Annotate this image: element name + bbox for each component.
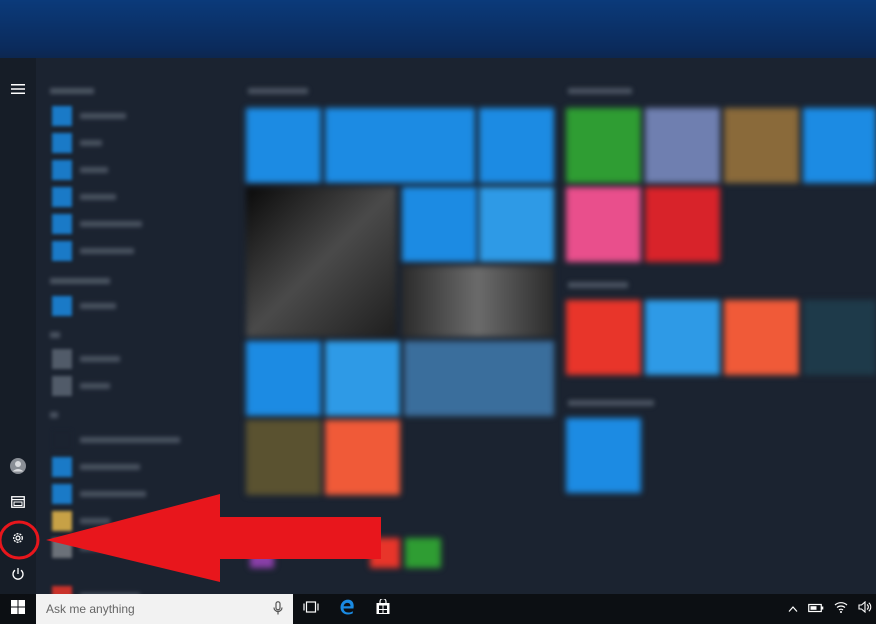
chevron-up-icon[interactable] xyxy=(788,600,798,618)
annotation-overlay xyxy=(0,494,381,582)
edge-icon xyxy=(339,599,355,620)
store-bag-icon xyxy=(375,597,391,620)
microphone-icon[interactable] xyxy=(273,600,283,618)
windows-logo-icon xyxy=(11,599,25,619)
volume-icon[interactable] xyxy=(858,600,872,618)
search-input[interactable]: Ask me anything xyxy=(36,594,293,624)
battery-icon[interactable] xyxy=(808,600,824,618)
system-tray xyxy=(788,594,872,624)
task-view-button[interactable] xyxy=(293,594,329,624)
red-arrow xyxy=(46,494,381,582)
wifi-icon[interactable] xyxy=(834,600,848,618)
start-button[interactable] xyxy=(0,594,36,624)
edge-browser-button[interactable] xyxy=(329,594,365,624)
taskbar: Ask me anything xyxy=(0,594,876,624)
store-button[interactable] xyxy=(365,594,401,624)
search-placeholder: Ask me anything xyxy=(46,602,135,616)
task-view-icon xyxy=(303,600,319,618)
highlight-circle xyxy=(0,520,40,560)
